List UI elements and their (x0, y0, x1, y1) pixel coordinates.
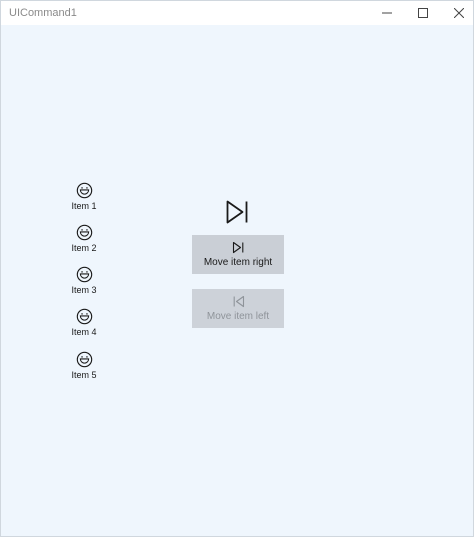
item-label: Item 2 (71, 243, 97, 253)
item-label: Item 4 (71, 327, 97, 337)
smiley-icon (76, 308, 93, 325)
move-item-right-label: Move item right (203, 257, 273, 268)
previous-track-icon (233, 295, 245, 308)
list-item[interactable]: Item 2 (59, 224, 109, 262)
minimize-button[interactable] (369, 1, 405, 25)
app-window: UICommand1 Item 1 Item 2 Item 3 Item 4 I… (0, 0, 474, 537)
smiley-icon (76, 224, 93, 241)
list-item[interactable]: Item 3 (59, 266, 109, 304)
minimize-icon (382, 12, 392, 14)
list-item[interactable]: Item 4 (59, 308, 109, 346)
list-item[interactable]: Item 1 (59, 182, 109, 220)
close-icon (454, 8, 464, 18)
smiley-icon (76, 266, 93, 283)
item-label: Item 1 (71, 201, 97, 211)
item-label: Item 5 (71, 370, 97, 380)
move-item-right-button[interactable]: Move item right (192, 235, 284, 274)
window-title: UICommand1 (9, 7, 77, 19)
title-bar[interactable]: UICommand1 (1, 1, 473, 25)
close-button[interactable] (441, 1, 474, 25)
list-item[interactable]: Item 5 (59, 351, 109, 389)
next-track-icon (226, 200, 248, 224)
item-label: Item 3 (71, 285, 97, 295)
maximize-button[interactable] (405, 1, 441, 25)
move-item-left-button[interactable]: Move item left (192, 289, 284, 328)
maximize-icon (418, 8, 428, 18)
smiley-icon (76, 351, 93, 368)
next-track-icon (232, 241, 244, 254)
move-item-left-label: Move item left (206, 311, 270, 322)
smiley-icon (76, 182, 93, 199)
